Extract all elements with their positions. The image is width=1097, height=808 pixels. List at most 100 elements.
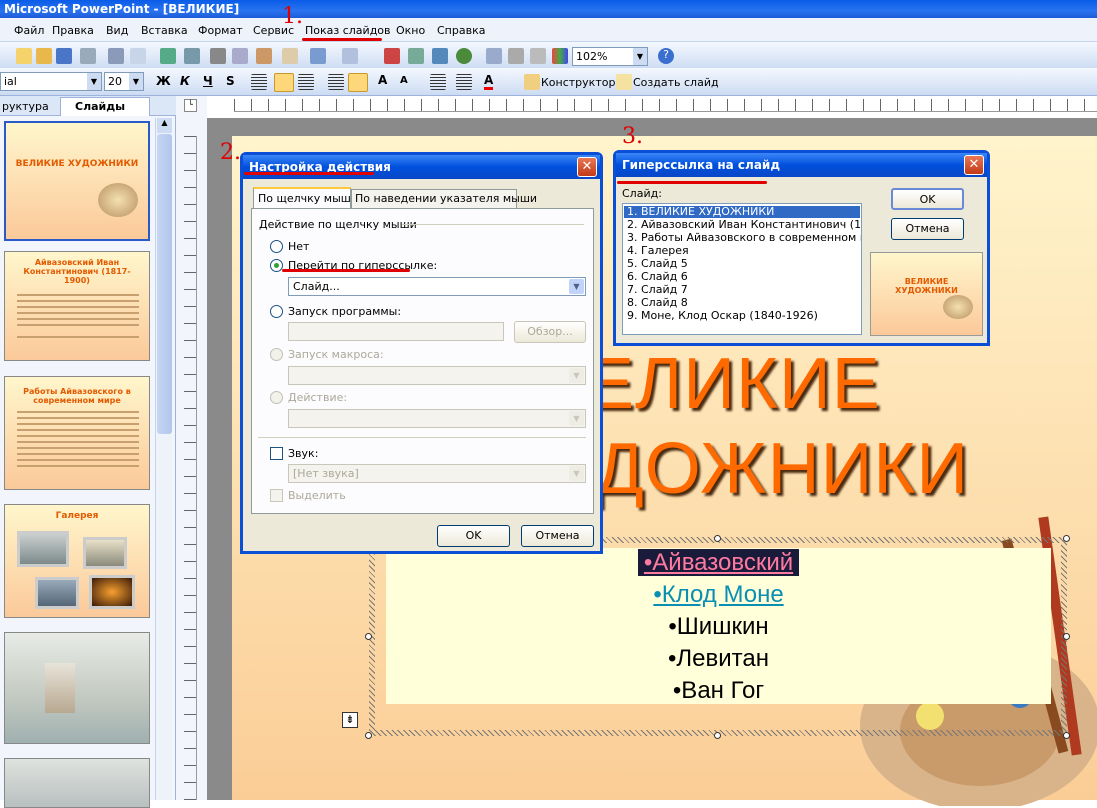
grid-icon[interactable] bbox=[530, 48, 546, 64]
cancel-button[interactable]: Отмена bbox=[521, 525, 594, 547]
increase-font-button[interactable]: A bbox=[378, 73, 387, 87]
browse-button[interactable]: Обзор... bbox=[514, 321, 586, 343]
scroll-up-icon[interactable]: ▲ bbox=[157, 118, 172, 133]
program-input[interactable] bbox=[288, 322, 504, 341]
zoom-select[interactable]: 102% ▼ bbox=[572, 47, 648, 66]
slide-thumbnail-4[interactable]: Галерея bbox=[4, 504, 150, 618]
list-item[interactable]: •Шишкин bbox=[386, 611, 1051, 643]
radio-run-macro[interactable] bbox=[270, 348, 283, 361]
slide-title-line-2[interactable]: ДОЖНИКИ bbox=[595, 428, 969, 510]
radio-action[interactable] bbox=[270, 391, 283, 404]
show-formatting-icon[interactable] bbox=[508, 48, 524, 64]
italic-button[interactable]: К bbox=[180, 74, 190, 88]
resize-handle[interactable] bbox=[714, 732, 721, 739]
table-icon[interactable] bbox=[408, 48, 424, 64]
list-item[interactable]: 6. Слайд 6 bbox=[627, 270, 688, 283]
align-left-icon[interactable] bbox=[251, 74, 267, 90]
list-item[interactable]: 8. Слайд 8 bbox=[627, 296, 688, 309]
list-item[interactable]: 4. Галерея bbox=[627, 244, 689, 257]
tab-outline[interactable]: руктура bbox=[2, 100, 49, 113]
hyperlink-select[interactable]: Слайд... ▼ bbox=[288, 277, 586, 296]
tab-on-hover[interactable]: По наведении указателя мыши bbox=[351, 189, 537, 209]
resize-handle[interactable] bbox=[365, 732, 372, 739]
menu-edit[interactable]: Правка bbox=[52, 24, 94, 37]
panel-scrollbar[interactable]: ▲ bbox=[155, 118, 172, 800]
slide-thumbnail-6[interactable] bbox=[4, 758, 150, 808]
color-grayscale-icon[interactable] bbox=[552, 48, 568, 64]
font-select[interactable]: ial ▼ bbox=[0, 72, 102, 91]
shadow-button[interactable]: S bbox=[226, 74, 235, 88]
bullet-link-monet[interactable]: •Клод Моне bbox=[653, 581, 783, 608]
paste-icon[interactable] bbox=[256, 48, 272, 64]
underline-button[interactable]: Ч bbox=[203, 74, 213, 88]
resize-handle[interactable] bbox=[714, 535, 721, 542]
new-icon[interactable] bbox=[16, 48, 32, 64]
align-right-icon[interactable] bbox=[298, 74, 314, 90]
list-item[interactable]: •Левитан bbox=[386, 643, 1051, 675]
list-item[interactable]: 7. Слайд 7 bbox=[627, 283, 688, 296]
sound-checkbox[interactable] bbox=[270, 447, 283, 460]
menu-window[interactable]: Окно bbox=[396, 24, 425, 37]
highlight-checkbox[interactable] bbox=[270, 489, 283, 502]
help-icon[interactable]: ? bbox=[658, 48, 674, 64]
numbering-icon[interactable] bbox=[328, 74, 344, 90]
spelling-icon[interactable] bbox=[160, 48, 176, 64]
slide-thumbnail-2[interactable]: Айвазовский Иван Константинович (1817-19… bbox=[4, 251, 150, 361]
decrease-indent-icon[interactable] bbox=[430, 74, 446, 90]
resize-handle[interactable] bbox=[1063, 535, 1070, 542]
close-icon[interactable]: ✕ bbox=[964, 155, 984, 175]
new-slide-button[interactable]: Создать слайд bbox=[633, 76, 719, 89]
menu-insert[interactable]: Вставка bbox=[141, 24, 188, 37]
list-item[interactable]: •Ван Гог bbox=[386, 675, 1051, 707]
slide-list[interactable]: 1. ВЕЛИКИЕ ХУДОЖНИКИ 2. Айвазовский Иван… bbox=[622, 203, 862, 335]
close-icon[interactable]: ✕ bbox=[577, 157, 597, 177]
slide-thumbnail-5[interactable] bbox=[4, 632, 150, 744]
decrease-font-button[interactable]: A bbox=[400, 75, 408, 86]
tab-slides[interactable]: Слайды bbox=[60, 97, 150, 116]
ok-button[interactable]: OK bbox=[891, 188, 964, 210]
increase-indent-icon[interactable] bbox=[456, 74, 472, 90]
save-icon[interactable] bbox=[56, 48, 72, 64]
tab-on-click[interactable]: По щелчку мыши bbox=[253, 187, 358, 209]
menu-file[interactable]: Файл bbox=[14, 24, 44, 37]
resize-handle[interactable] bbox=[1063, 633, 1070, 640]
radio-run-program[interactable] bbox=[270, 305, 283, 318]
cancel-button[interactable]: Отмена bbox=[891, 218, 964, 240]
hyperlink-globe-icon[interactable] bbox=[456, 48, 472, 64]
open-icon[interactable] bbox=[36, 48, 52, 64]
list-item[interactable]: 5. Слайд 5 bbox=[627, 257, 688, 270]
radio-none[interactable] bbox=[270, 240, 283, 253]
menu-format[interactable]: Формат bbox=[198, 24, 243, 37]
format-painter-icon[interactable] bbox=[282, 48, 298, 64]
ok-button[interactable]: OK bbox=[437, 525, 510, 547]
align-center-icon[interactable] bbox=[274, 73, 294, 92]
bullet-list[interactable]: •Айвазовский •Клод Моне •Шишкин •Левитан… bbox=[386, 548, 1051, 704]
list-item[interactable]: •Клод Моне bbox=[386, 579, 1051, 611]
expand-icon[interactable] bbox=[486, 48, 502, 64]
font-size-select[interactable]: 20 ▼ bbox=[104, 72, 144, 91]
preview-icon[interactable] bbox=[130, 48, 146, 64]
action-select[interactable]: ▼ bbox=[288, 409, 586, 428]
research-icon[interactable] bbox=[184, 48, 200, 64]
list-item[interactable]: 3. Работы Айвазовского в современном мир… bbox=[627, 231, 861, 244]
slide-thumbnail-1[interactable]: ВЕЛИКИЕ ХУДОЖНИКИ bbox=[4, 121, 150, 241]
slide-thumbnail-3[interactable]: Работы Айвазовского в современном мире bbox=[4, 376, 150, 490]
designer-button[interactable]: Конструктор bbox=[541, 76, 615, 89]
cut-icon[interactable] bbox=[210, 48, 226, 64]
macro-select[interactable]: ▼ bbox=[288, 366, 586, 385]
resize-handle[interactable] bbox=[365, 633, 372, 640]
slide-title-line-1[interactable]: ЕЛИКИЕ bbox=[586, 343, 881, 425]
permission-icon[interactable] bbox=[80, 48, 96, 64]
resize-handle[interactable] bbox=[1063, 732, 1070, 739]
chart-icon[interactable] bbox=[384, 48, 400, 64]
copy-icon[interactable] bbox=[232, 48, 248, 64]
menu-view[interactable]: Вид bbox=[106, 24, 128, 37]
autofit-options-icon[interactable]: ⇟ bbox=[342, 712, 358, 728]
bullet-link-aivazovsky[interactable]: •Айвазовский bbox=[637, 549, 800, 576]
tab-stop-icon[interactable]: └ bbox=[184, 99, 197, 112]
redo-icon[interactable] bbox=[342, 48, 358, 64]
print-icon[interactable] bbox=[108, 48, 124, 64]
undo-icon[interactable] bbox=[310, 48, 326, 64]
list-item[interactable]: 2. Айвазовский Иван Константинович (1817 bbox=[627, 218, 861, 231]
sound-select[interactable]: [Нет звука] ▼ bbox=[288, 464, 586, 483]
